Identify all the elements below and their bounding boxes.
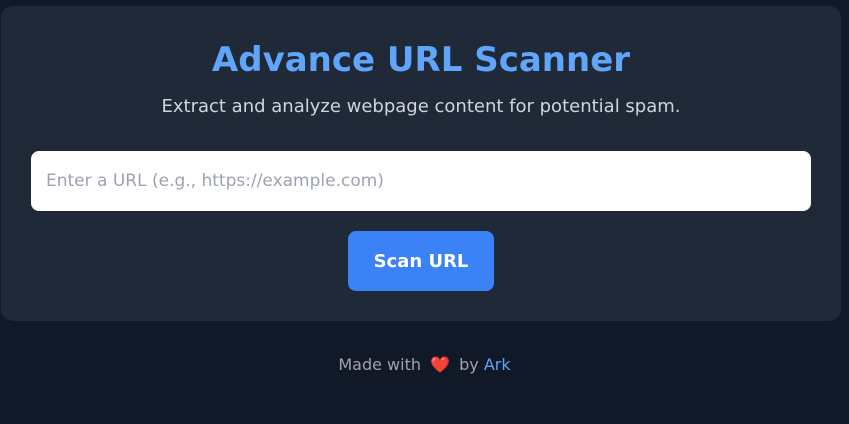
page-subtitle: Extract and analyze webpage content for … (161, 96, 681, 117)
scanner-card: Advance URL Scanner Extract and analyze … (1, 6, 841, 321)
page-title: Advance URL Scanner (211, 40, 631, 80)
author-link[interactable]: Ark (484, 355, 511, 374)
scan-url-button[interactable]: Scan URL (348, 231, 494, 291)
url-input[interactable] (31, 151, 811, 211)
footer-by: by (459, 355, 479, 374)
footer-made-with: Made with (338, 355, 421, 374)
heart-icon: ❤️ (430, 355, 451, 374)
footer: Made with ❤️ by Ark (0, 354, 849, 376)
